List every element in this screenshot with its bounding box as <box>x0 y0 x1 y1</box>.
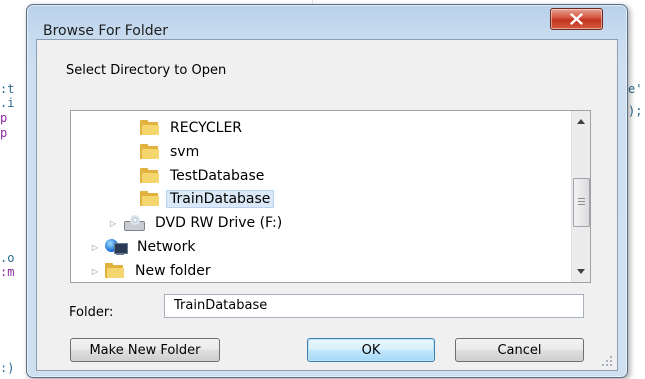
folder-field[interactable]: TrainDatabase <box>164 294 584 318</box>
expand-arrow-icon[interactable]: ▷ <box>89 265 101 277</box>
tree-item-recycler[interactable]: RECYCLER <box>140 116 246 140</box>
code-fragment: e' <box>628 82 643 96</box>
folder-icon <box>105 263 125 279</box>
make-new-folder-button[interactable]: Make New Folder <box>70 338 220 362</box>
dvd-drive-icon <box>123 215 145 231</box>
tree-item-label: Network <box>137 239 196 255</box>
code-fragment: p <box>0 111 8 125</box>
scrollbar-thumb[interactable] <box>573 178 590 227</box>
folder-icon <box>140 120 160 136</box>
dialog-title: Browse For Folder <box>43 23 169 39</box>
code-fragment: .o <box>0 251 15 265</box>
vertical-scrollbar[interactable] <box>571 111 590 282</box>
code-fragment: :) <box>0 361 15 375</box>
expand-arrow-icon[interactable]: ▷ <box>89 241 101 253</box>
network-icon <box>105 238 128 256</box>
folder-icon <box>140 191 160 207</box>
code-fragment: :m <box>0 265 15 279</box>
arrow-down-icon <box>577 269 585 274</box>
dialog-client-area: Select Directory to Open RECYCLER svm Te… <box>36 39 618 371</box>
code-fragment: p <box>0 126 8 140</box>
tree-item-label: TestDatabase <box>170 168 265 184</box>
tree-item-traindatabase[interactable]: TrainDatabase <box>140 187 275 211</box>
folder-field-label: Folder: <box>69 305 114 320</box>
folder-icon <box>140 144 160 160</box>
browse-for-folder-dialog: Browse For Folder Select Directory to Op… <box>26 4 628 378</box>
tree-item-label: DVD RW Drive (F:) <box>155 215 283 231</box>
tree-item-network[interactable]: ▷ Network <box>89 235 199 259</box>
expand-arrow-icon[interactable]: ▷ <box>107 217 119 229</box>
tree-item-label: New folder <box>135 263 211 279</box>
tree-item-label: TrainDatabase <box>166 190 275 208</box>
tree-item-label: RECYCLER <box>170 120 243 136</box>
code-fragment: :t <box>0 82 15 96</box>
folder-icon <box>140 168 160 184</box>
arrow-up-icon <box>577 119 585 124</box>
cancel-button[interactable]: Cancel <box>455 338 584 362</box>
scroll-down-button[interactable] <box>573 263 589 280</box>
scroll-up-button[interactable] <box>573 113 589 130</box>
tree-item-svm[interactable]: svm <box>140 140 203 164</box>
code-fragment: ); <box>628 104 643 118</box>
tree-item-new-folder[interactable]: ▷ New folder <box>89 259 215 283</box>
code-fragment: .i <box>0 96 15 110</box>
dialog-prompt: Select Directory to Open <box>66 63 227 78</box>
ok-button[interactable]: OK <box>307 338 435 362</box>
close-button[interactable] <box>550 8 603 30</box>
tree-item-dvd-drive[interactable]: ▷ DVD RW Drive (F:) <box>107 211 286 235</box>
tree-item-label: svm <box>170 144 200 160</box>
tree-item-testdatabase[interactable]: TestDatabase <box>140 164 268 188</box>
folder-tree[interactable]: RECYCLER svm TestDatabase TrainDatabase … <box>70 110 591 283</box>
resize-grip-icon[interactable] <box>601 355 613 367</box>
close-icon <box>570 13 583 25</box>
